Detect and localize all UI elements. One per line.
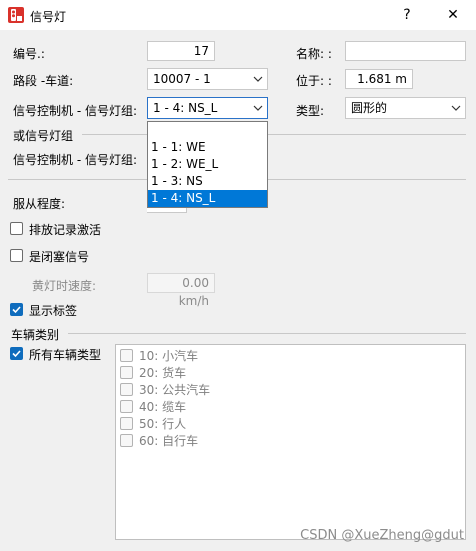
help-button[interactable]: ?: [392, 5, 422, 25]
vehicle-class-item[interactable]: 60: 自行车: [120, 432, 198, 449]
checkmark-icon: [12, 350, 21, 358]
vehicle-class-checkbox[interactable]: [120, 349, 133, 362]
vehicle-class-item[interactable]: 30: 公共汽车: [120, 381, 210, 398]
block-signal-label: 是闭塞信号: [29, 250, 90, 264]
controller-group-label: 信号控制机 - 信号灯组:: [13, 104, 138, 118]
vehicle-class-item[interactable]: 20: 货车: [120, 364, 186, 381]
amber-speed-label: 黄灯时速度:: [32, 279, 97, 293]
controller-group-value: 1 - 4: NS_L: [153, 101, 218, 115]
watermark: CSDN @XueZheng@gdut: [300, 528, 464, 543]
vehicle-class-item[interactable]: 50: 行人: [120, 415, 186, 432]
chevron-down-icon: [253, 76, 263, 82]
vehicle-class-label: 20: 货车: [139, 366, 187, 380]
or-group-heading: 或信号灯组: [13, 129, 74, 143]
vehicle-class-label: 40: 缆车: [139, 400, 187, 414]
or-controller-label: 信号控制机 - 信号灯组:: [13, 153, 138, 167]
chevron-down-icon: [451, 105, 461, 111]
amber-speed-input: 0.00 km/h: [147, 273, 215, 308]
vehicle-class-list[interactable]: 10: 小汽车 20: 货车 30: 公共汽车 40: 缆车 50: 行人 60…: [115, 344, 466, 540]
vehicle-class-checkbox[interactable]: [120, 400, 133, 413]
number-input[interactable]: 17: [147, 41, 215, 61]
type-select[interactable]: 圆形的: [345, 97, 466, 119]
compliance-label: 服从程度:: [13, 197, 66, 211]
type-label: 类型:: [296, 104, 325, 118]
name-label: 名称: :: [296, 47, 332, 61]
position-input[interactable]: 1.681 m: [345, 69, 413, 89]
vehicle-class-checkbox[interactable]: [120, 366, 133, 379]
number-label: 编号.:: [13, 47, 45, 61]
vehicle-class-label: 10: 小汽车: [139, 349, 199, 363]
link-lane-value: 10007 - 1: [153, 72, 211, 86]
discharge-record-label: 排放记录激活: [29, 223, 102, 237]
vehicle-class-checkbox[interactable]: [120, 383, 133, 396]
show-label-checkbox[interactable]: [10, 303, 23, 316]
all-vehicle-types-checkbox[interactable]: [10, 347, 23, 360]
controller-group-dropdown-list[interactable]: 1 - 1: WE 1 - 2: WE_L 1 - 3: NS 1 - 4: N…: [147, 121, 268, 208]
dropdown-option[interactable]: 1 - 3: NS: [148, 173, 267, 190]
vehicle-class-label: 30: 公共汽车: [139, 383, 211, 397]
dropdown-option-selected[interactable]: 1 - 4: NS_L: [148, 190, 267, 207]
controller-group-select[interactable]: 1 - 4: NS_L: [147, 97, 268, 119]
vehicle-class-checkbox[interactable]: [120, 434, 133, 447]
link-lane-label: 路段 -车道:: [13, 74, 74, 88]
all-vehicle-types-label: 所有车辆类型: [29, 348, 102, 362]
vehicle-class-item[interactable]: 40: 缆车: [120, 398, 186, 415]
dropdown-option[interactable]: 1 - 1: WE: [148, 139, 267, 156]
vehicle-class-checkbox[interactable]: [120, 417, 133, 430]
discharge-record-checkbox[interactable]: [10, 222, 23, 235]
show-label-label: 显示标签: [29, 304, 78, 318]
link-lane-select[interactable]: 10007 - 1: [147, 68, 268, 90]
dropdown-option[interactable]: 1 - 2: WE_L: [148, 156, 267, 173]
dropdown-option[interactable]: [148, 123, 267, 140]
divider: [68, 333, 466, 334]
traffic-signal-app-icon: [8, 7, 24, 23]
vehicle-classes-heading: 车辆类别: [11, 328, 60, 342]
position-label: 位于: :: [296, 74, 332, 88]
checkmark-icon: [12, 306, 21, 314]
vehicle-class-label: 50: 行人: [139, 417, 187, 431]
vehicle-class-item[interactable]: 10: 小汽车: [120, 347, 198, 364]
name-input[interactable]: [345, 41, 466, 61]
close-button[interactable]: ✕: [438, 5, 468, 25]
window-title: 信号灯: [30, 10, 67, 24]
divider: [82, 134, 466, 135]
chevron-down-icon: [253, 105, 263, 111]
block-signal-checkbox[interactable]: [10, 249, 23, 262]
type-value: 圆形的: [351, 101, 388, 115]
vehicle-class-label: 60: 自行车: [139, 434, 199, 448]
